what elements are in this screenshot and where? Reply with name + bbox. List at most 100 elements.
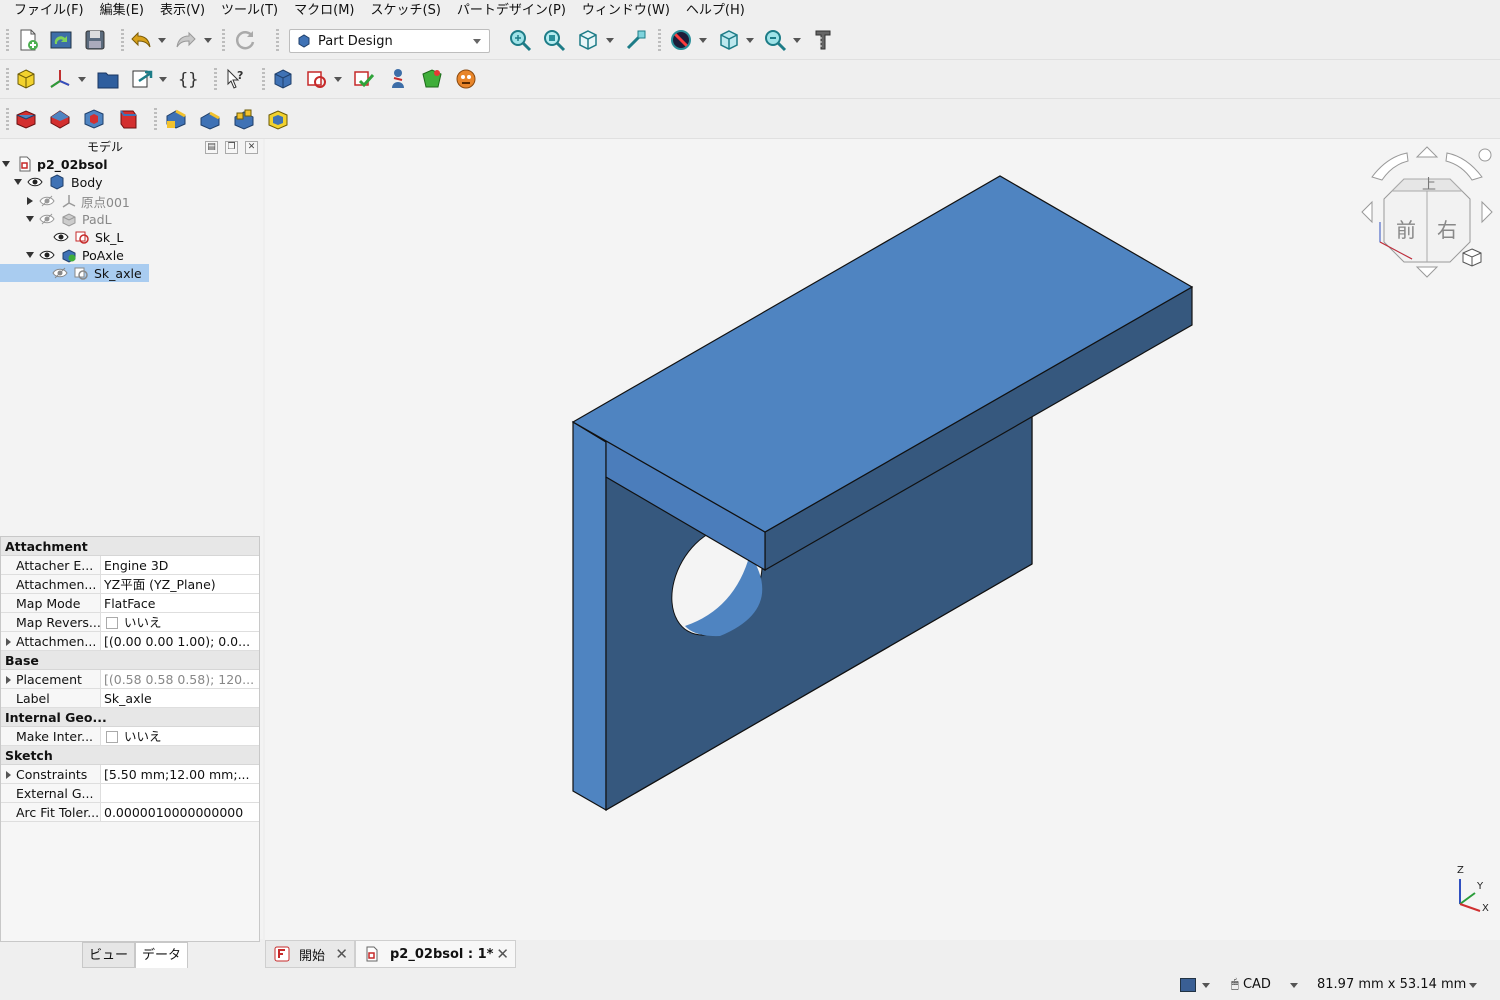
standard-views-dropdown-icon[interactable]: [746, 38, 754, 43]
property-row[interactable]: Attachmen... YZ平面 (YZ_Plane): [1, 575, 259, 594]
toolbar-grip[interactable]: [6, 29, 9, 51]
property-row[interactable]: Attachmen... [(0.00 0.00 1.00); 0.0...: [1, 632, 259, 651]
chamfer-icon[interactable]: [198, 107, 222, 131]
validate-sketch-icon[interactable]: [352, 67, 376, 91]
revolution-icon[interactable]: [48, 107, 72, 131]
tree-item-pad[interactable]: PadL: [26, 210, 112, 228]
clone-icon[interactable]: [386, 67, 410, 91]
undo-dropdown-icon[interactable]: [158, 38, 166, 43]
checkbox[interactable]: [106, 617, 118, 629]
property-row[interactable]: Constraints [5.50 mm;12.00 mm;...: [1, 765, 259, 784]
navigation-style[interactable]: 🖱 CAD: [1231, 977, 1271, 992]
tab-start[interactable]: 開始 ✕: [265, 940, 355, 968]
measure-tool-icon[interactable]: [811, 28, 835, 52]
fillet-icon[interactable]: [164, 107, 188, 131]
refresh-icon[interactable]: [233, 28, 257, 52]
nav-face-top[interactable]: 上: [1422, 177, 1436, 193]
eye-hidden-icon[interactable]: [52, 265, 68, 281]
create-datum-icon[interactable]: [48, 67, 72, 91]
nav-rotate-down-arrow-icon[interactable]: [1415, 266, 1439, 278]
panel-float-button[interactable]: ❐: [225, 141, 238, 154]
toolbar-grip[interactable]: [658, 29, 661, 51]
nav-rotate-right-arrow-icon[interactable]: [1481, 200, 1493, 224]
tree-item-body[interactable]: Body: [14, 173, 103, 191]
close-icon[interactable]: ✕: [496, 945, 509, 963]
nav-rotate-left-arrow-icon[interactable]: [1361, 200, 1373, 224]
3d-viewport[interactable]: 上 前 右 Z Y X: [265, 139, 1500, 940]
property-row[interactable]: Attacher E... Engine 3D: [1, 556, 259, 575]
chevron-down-icon[interactable]: [1202, 983, 1210, 988]
eye-hidden-icon[interactable]: [39, 211, 55, 227]
link-dropdown-icon[interactable]: [159, 77, 167, 82]
nav-face-right[interactable]: 右: [1437, 218, 1457, 242]
tree-item-sketch-axle[interactable]: Sk_axle: [0, 264, 149, 282]
panel-collapse-button[interactable]: ▤: [205, 141, 218, 154]
thickness-icon[interactable]: [266, 107, 290, 131]
zoom-dropdown-icon[interactable]: [793, 38, 801, 43]
expand-arrow-icon[interactable]: [14, 179, 22, 185]
fit-all-icon[interactable]: [508, 28, 532, 52]
eye-icon[interactable]: [39, 247, 55, 263]
create-group-icon[interactable]: [96, 67, 120, 91]
property-group-base[interactable]: Base: [1, 651, 259, 670]
nav-rotate-up-arrow-icon[interactable]: [1415, 146, 1439, 158]
toolbar-grip[interactable]: [222, 29, 225, 51]
chevron-down-icon[interactable]: [1290, 983, 1298, 988]
3d-scene[interactable]: 上 前 右 Z Y X: [265, 139, 1500, 940]
property-row[interactable]: Label Sk_axle: [1, 689, 259, 708]
property-group-sketch[interactable]: Sketch: [1, 746, 259, 765]
menu-view[interactable]: 表示(V): [152, 0, 213, 22]
property-group-attachment[interactable]: Attachment: [1, 537, 259, 556]
tree-item-pocket[interactable]: PoAxle: [26, 246, 124, 264]
menu-sketch[interactable]: スケッチ(S): [363, 0, 449, 22]
bracket-plate-edge-face[interactable]: [572, 420, 607, 812]
color-swatch[interactable]: [1180, 978, 1196, 992]
panel-close-button[interactable]: ✕: [245, 141, 258, 154]
draw-style-dropdown-icon[interactable]: [699, 38, 707, 43]
menu-file[interactable]: ファイル(F): [6, 0, 92, 22]
view-menu-dropdown-icon[interactable]: [606, 38, 614, 43]
expand-arrow-icon[interactable]: [6, 676, 11, 684]
nav-roll-left-icon[interactable]: [1371, 152, 1409, 181]
toolbar-grip[interactable]: [121, 29, 124, 51]
eye-icon[interactable]: [53, 229, 69, 245]
shape-binder-icon[interactable]: [420, 67, 444, 91]
tab-view[interactable]: ビュー: [82, 942, 136, 968]
datum-dropdown-icon[interactable]: [78, 77, 86, 82]
property-row[interactable]: Map Mode FlatFace: [1, 594, 259, 613]
navigation-cube[interactable]: 上 前 右: [1361, 146, 1493, 278]
collapse-arrow-icon[interactable]: [27, 197, 33, 205]
menu-window[interactable]: ウィンドウ(W): [574, 0, 678, 22]
menu-tools[interactable]: ツール(T): [213, 0, 286, 22]
zoom-icon[interactable]: [763, 28, 787, 52]
create-body-icon[interactable]: [271, 67, 295, 91]
whats-this-icon[interactable]: ?: [224, 67, 248, 91]
draw-style-icon[interactable]: [669, 28, 693, 52]
expand-arrow-icon[interactable]: [6, 638, 11, 646]
create-sketch-icon[interactable]: [305, 67, 329, 91]
sub-shape-binder-icon[interactable]: [454, 67, 478, 91]
pad-icon[interactable]: [14, 107, 38, 131]
property-row[interactable]: Map Revers... いいえ: [1, 613, 259, 632]
nav-menu-button[interactable]: [1478, 148, 1492, 162]
nav-face-front[interactable]: 前: [1396, 218, 1416, 242]
checkbox[interactable]: [106, 731, 118, 743]
menu-edit[interactable]: 編集(E): [92, 0, 152, 22]
eye-hidden-icon[interactable]: [39, 193, 55, 209]
toolbar-grip[interactable]: [6, 68, 9, 90]
new-document-icon[interactable]: [16, 28, 40, 52]
toolbar-grip[interactable]: [214, 68, 217, 90]
close-icon[interactable]: ✕: [335, 945, 348, 963]
toolbar-grip[interactable]: [6, 108, 9, 130]
tree-item-document[interactable]: p2_02bsol: [2, 155, 108, 173]
pocket-icon[interactable]: [82, 107, 106, 131]
nav-view-menu-cube-icon[interactable]: [1462, 248, 1482, 267]
toolbar-grip[interactable]: [276, 29, 279, 51]
expand-arrow-icon[interactable]: [26, 252, 34, 258]
undo-icon[interactable]: [129, 28, 153, 52]
chevron-down-icon[interactable]: [1469, 983, 1477, 988]
hole-icon[interactable]: [116, 107, 140, 131]
redo-icon[interactable]: [174, 28, 198, 52]
tab-document[interactable]: p2_02bsol : 1* ✕: [355, 940, 516, 968]
menu-part-design[interactable]: パートデザイン(P): [449, 0, 574, 22]
